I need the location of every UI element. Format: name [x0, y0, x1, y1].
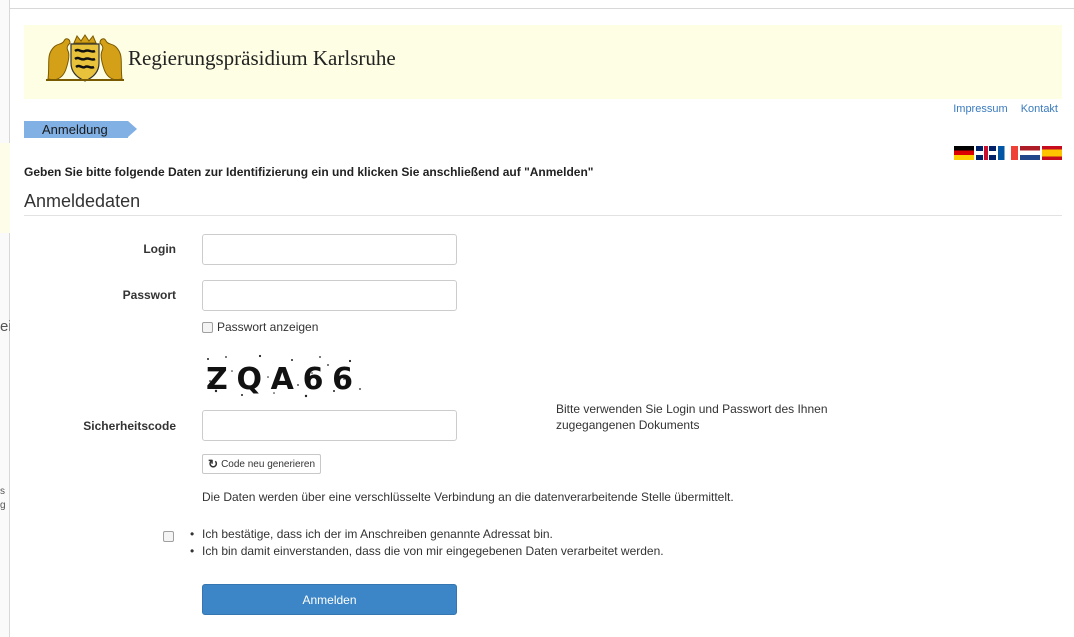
kontakt-link[interactable]: Kontakt [1021, 103, 1058, 115]
breadcrumb-arrow-icon [128, 121, 137, 137]
language-selector [952, 146, 1062, 160]
section-title: Anmeldedaten [24, 191, 141, 211]
impressum-link[interactable]: Impressum [953, 103, 1007, 115]
consent-checkbox-wrapper [163, 531, 174, 542]
security-code-label: Sicherheitscode [83, 419, 176, 433]
background-text-fragment: g [0, 500, 6, 511]
flag-fr-icon[interactable] [998, 146, 1018, 160]
consent-item: Ich bin damit einverstanden, dass die vo… [190, 543, 664, 560]
show-password-row: Passwort anzeigen [202, 320, 318, 334]
secure-connection-note: Die Daten werden über eine verschlüsselt… [202, 490, 734, 504]
password-label: Passwort [122, 288, 176, 302]
password-input[interactable] [202, 280, 457, 311]
consent-list: Ich bestätige, dass ich der im Anschreib… [190, 526, 664, 560]
captcha-text: ZQA66 [206, 362, 356, 397]
captcha-image: ZQA66 [206, 354, 361, 398]
breadcrumb-label: Anmeldung [42, 122, 108, 137]
regenerate-code-button[interactable]: ↻ Code neu generieren [202, 454, 322, 474]
form-instructions: Geben Sie bitte folgende Daten zur Ident… [24, 165, 594, 179]
coat-of-arms-logo [46, 34, 124, 82]
login-input[interactable] [202, 234, 457, 265]
login-label: Login [143, 242, 176, 256]
security-code-input[interactable] [202, 410, 457, 441]
background-window-band [0, 143, 10, 233]
top-links: Impressum Kontakt [943, 103, 1058, 115]
flag-es-icon[interactable] [1042, 146, 1062, 160]
consent-item: Ich bestätige, dass ich der im Anschreib… [190, 526, 664, 543]
refresh-icon: ↻ [208, 457, 219, 471]
login-hint: Bitte verwenden Sie Login und Passwort d… [556, 402, 828, 432]
regenerate-code-label: Code neu generieren [221, 458, 316, 470]
site-title: Regierungspräsidium Karlsruhe [128, 46, 396, 70]
login-submit-button[interactable]: Anmelden [202, 584, 457, 615]
site-header: Regierungspräsidium Karlsruhe [24, 25, 1062, 99]
show-password-label: Passwort anzeigen [217, 320, 319, 334]
flag-de-icon[interactable] [954, 146, 974, 160]
flag-gb-icon[interactable] [976, 146, 996, 160]
flag-nl-icon[interactable] [1020, 146, 1040, 160]
show-password-checkbox[interactable] [202, 321, 213, 333]
consent-checkbox[interactable] [163, 531, 174, 542]
background-window-edge: ei s g [0, 0, 12, 637]
background-text-fragment: s [0, 486, 5, 497]
section-divider [24, 215, 1062, 216]
login-page: Regierungspräsidium Karlsruhe Impressum … [10, 8, 1074, 637]
